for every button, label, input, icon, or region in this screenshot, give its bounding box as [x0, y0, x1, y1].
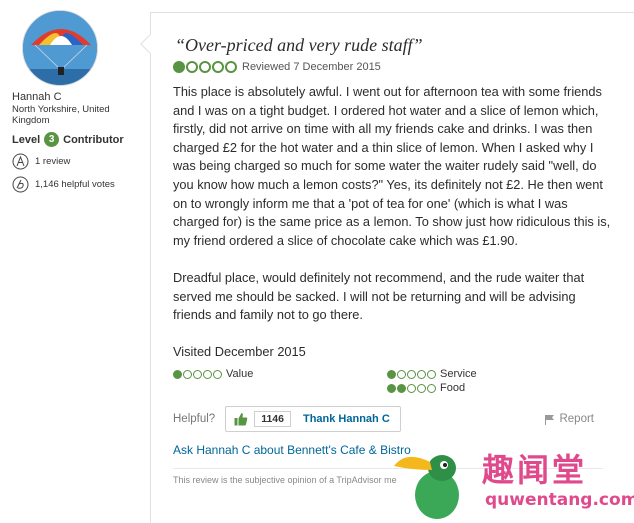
thumbs-badge-icon — [12, 176, 29, 193]
parasail-photo — [23, 11, 97, 85]
rating-bubble-empty — [225, 61, 237, 73]
thank-count: 1146 — [254, 411, 291, 427]
value-rating-bubbles — [173, 369, 222, 379]
reviewed-date: Reviewed 7 December 2015 — [242, 61, 381, 73]
rating-bubble-empty — [397, 369, 406, 379]
level-badge: 3 — [44, 132, 60, 147]
rating-bubble-empty — [427, 369, 436, 379]
flag-icon — [545, 414, 555, 425]
rating-bubble-empty — [183, 369, 192, 379]
pen-badge-icon — [12, 153, 29, 170]
rating-bubble-empty — [417, 383, 426, 393]
subrating-service: Service — [387, 368, 477, 380]
rating-bubble-empty — [427, 383, 436, 393]
watermark: 趣闻堂 quwentang.com — [392, 440, 634, 523]
rating-bubble-filled — [173, 61, 185, 73]
helpful-row: Helpful? 1146 Thank Hannah C — [173, 406, 401, 432]
visited-date: Visited December 2015 — [173, 344, 306, 359]
rating-bubble-empty — [186, 61, 198, 73]
level-prefix: Level — [12, 133, 41, 146]
rating-bubble-empty — [199, 61, 211, 73]
rating-bubble-filled — [387, 383, 396, 393]
service-rating-bubbles — [387, 369, 436, 379]
review-paragraph: Dreadful place, would definitely not rec… — [173, 269, 585, 323]
level-suffix: Contributor — [63, 133, 124, 146]
rating-bubble-empty — [417, 369, 426, 379]
rating-bubble-empty — [212, 61, 224, 73]
thank-label: Thank Hannah C — [302, 413, 390, 425]
rating-bubble-filled — [387, 369, 396, 379]
ask-reviewer-link[interactable]: Ask Hannah C about Bennett's Cafe & Bist… — [173, 443, 411, 457]
rating-bubble-empty — [193, 369, 202, 379]
rating-bubble-empty — [213, 369, 222, 379]
member-location: North Yorkshire, United Kingdom — [12, 104, 110, 126]
review-rating-row: Reviewed 7 December 2015 — [173, 61, 381, 73]
review-disclaimer: This review is the subjective opinion of… — [173, 475, 397, 485]
rating-bubble-filled — [397, 383, 406, 393]
watermark-text: 趣闻堂 — [482, 451, 588, 489]
rating-bubble-empty — [407, 383, 416, 393]
helpful-votes: 1,146 helpful votes — [35, 179, 115, 190]
food-rating-bubbles — [387, 383, 436, 393]
report-link[interactable]: Report — [544, 413, 594, 425]
helpful-votes-stat: 1,146 helpful votes — [12, 176, 137, 193]
helpful-label: Helpful? — [173, 413, 216, 425]
rating-bubble-empty — [203, 369, 212, 379]
watermark-url: quwentang.com — [485, 490, 634, 510]
card-pointer — [140, 34, 160, 54]
subrating-label: Service — [440, 368, 477, 380]
subrating-label: Food — [440, 382, 466, 394]
rating-bubble-filled — [173, 369, 182, 379]
subrating-food: Food — [387, 382, 465, 394]
avatar[interactable] — [22, 10, 98, 86]
member-level: Level 3 Contributor — [12, 132, 137, 147]
review-count-stat: 1 review — [12, 153, 137, 170]
review-paragraph: This place is absolutely awful. I went o… — [173, 84, 611, 248]
thank-button[interactable]: 1146 Thank Hannah C — [225, 406, 401, 432]
member-name[interactable]: Hannah C — [12, 91, 137, 103]
report-label: Report — [559, 413, 594, 425]
subrating-label: Value — [226, 368, 254, 380]
rating-bubble-empty — [407, 369, 416, 379]
review-title[interactable]: “Over-priced and very rude staff” — [175, 35, 423, 56]
thumbs-up-icon — [234, 413, 248, 426]
review-body: This place is absolutely awful. I went o… — [173, 83, 613, 325]
toucan-logo-icon — [394, 455, 459, 519]
subrating-value: Value — [173, 368, 253, 380]
member-info: Hannah C North Yorkshire, United Kingdom… — [12, 10, 137, 193]
review-count: 1 review — [35, 156, 71, 167]
overall-rating-bubbles — [173, 61, 237, 73]
